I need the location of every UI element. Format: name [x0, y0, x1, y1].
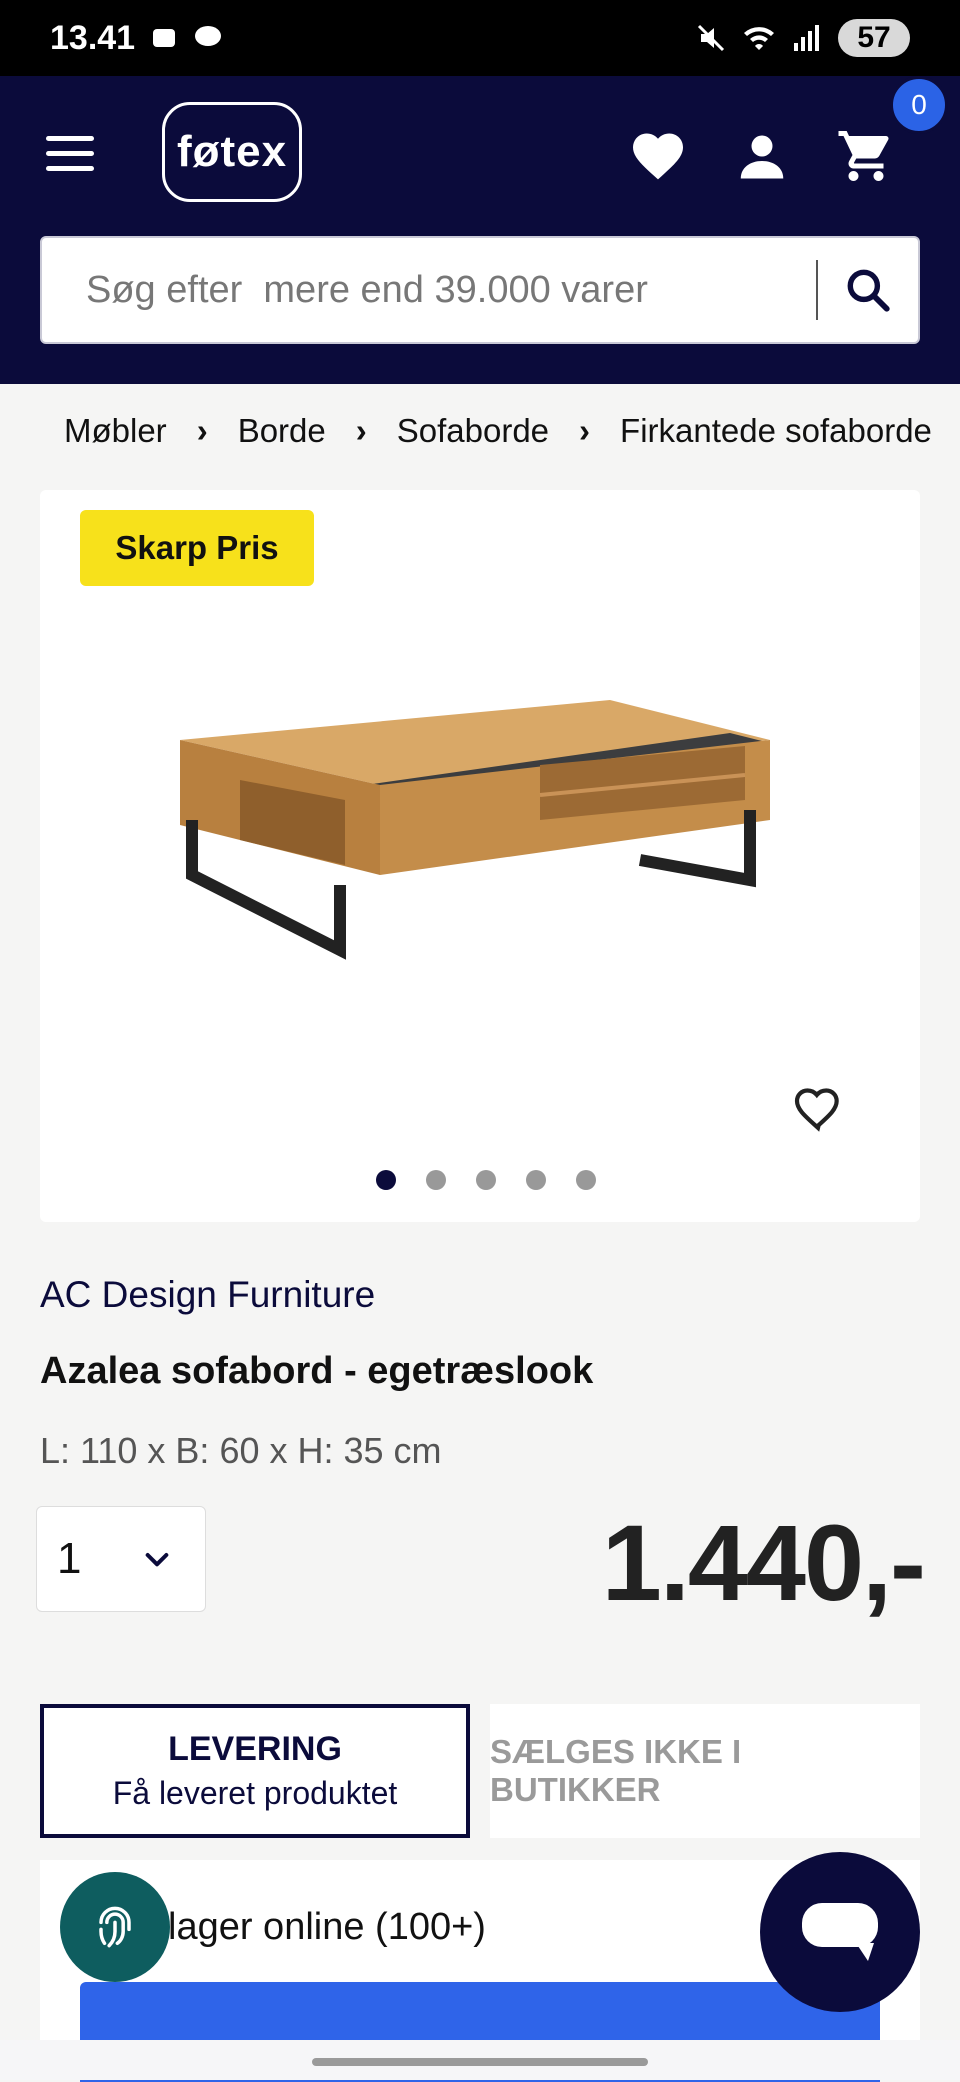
account-icon[interactable]	[732, 126, 792, 186]
carousel-dot[interactable]	[426, 1170, 446, 1190]
quantity-value: 1	[57, 1534, 82, 1583]
product-dimensions: L: 110 x B: 60 x H: 35 cm	[40, 1430, 442, 1471]
cookie-consent-button[interactable]	[60, 1872, 170, 1982]
breadcrumb-item[interactable]: Borde	[238, 412, 326, 450]
product-image-card: Skarp Pris	[40, 490, 920, 1222]
delivery-tab-title: LEVERING	[168, 1730, 342, 1768]
carousel-dot[interactable]	[376, 1170, 396, 1190]
store-tab[interactable]: SÆLGES IKKE I BUTIKKER	[490, 1704, 920, 1838]
chevron-right-icon: ›	[355, 412, 367, 449]
breadcrumb-item[interactable]: Sofaborde	[397, 412, 549, 450]
carousel-dot[interactable]	[576, 1170, 596, 1190]
notification-icon	[153, 29, 176, 47]
favorite-heart-icon[interactable]	[790, 1080, 846, 1136]
product-image[interactable]	[170, 660, 790, 1000]
image-carousel-dots	[376, 1170, 596, 1190]
search-button[interactable]	[818, 238, 918, 342]
menu-icon	[46, 136, 94, 141]
stock-status: lager online (100+)	[168, 1906, 486, 1948]
search-icon	[847, 269, 890, 312]
chat-bubble-icon	[802, 1903, 878, 1961]
product-brand[interactable]: AC Design Furniture	[40, 1274, 375, 1316]
chevron-right-icon: ›	[579, 412, 591, 449]
carousel-dot[interactable]	[476, 1170, 496, 1190]
search-input[interactable]	[42, 267, 816, 313]
foetex-logo[interactable]: føtex	[162, 102, 302, 202]
quantity-select[interactable]: 1	[36, 1506, 206, 1612]
site-header: føtex 0	[0, 76, 960, 384]
chat-notification-icon	[195, 26, 222, 46]
breadcrumb-item[interactable]: Møbler	[64, 412, 167, 450]
chat-button[interactable]	[760, 1852, 920, 2012]
status-bar: 13.41 57	[0, 0, 960, 76]
delivery-tab-subtitle: Få leveret produktet	[112, 1775, 398, 1811]
cart-icon[interactable]	[836, 126, 896, 186]
search-bar	[40, 236, 920, 344]
favorites-heart-icon[interactable]	[628, 126, 688, 186]
carousel-dot[interactable]	[526, 1170, 546, 1190]
home-gesture-pill[interactable]	[312, 2058, 648, 2066]
chevron-right-icon: ›	[196, 412, 208, 449]
status-left: 13.41	[50, 19, 223, 58]
product-title: Azalea sofabord - egetræslook	[40, 1350, 594, 1392]
menu-button[interactable]	[46, 136, 94, 172]
signal-icon	[794, 25, 819, 51]
fingerprint-icon	[99, 1906, 131, 1948]
cart-count-badge: 0	[890, 76, 948, 134]
chevron-down-icon	[141, 1543, 173, 1575]
mute-icon	[697, 24, 725, 52]
breadcrumb: Møbler › Borde › Sofaborde › Firkantede …	[64, 412, 932, 450]
product-price: 1.440,-	[601, 1502, 926, 1623]
wifi-icon	[744, 27, 774, 50]
breadcrumb-item[interactable]: Firkantede sofaborde	[620, 412, 932, 450]
status-time: 13.41	[50, 18, 136, 57]
delivery-tab[interactable]: LEVERING Få leveret produktet	[40, 1704, 470, 1838]
promo-badge: Skarp Pris	[80, 510, 314, 586]
battery-indicator: 57	[838, 19, 910, 57]
status-right: 57	[696, 19, 910, 57]
